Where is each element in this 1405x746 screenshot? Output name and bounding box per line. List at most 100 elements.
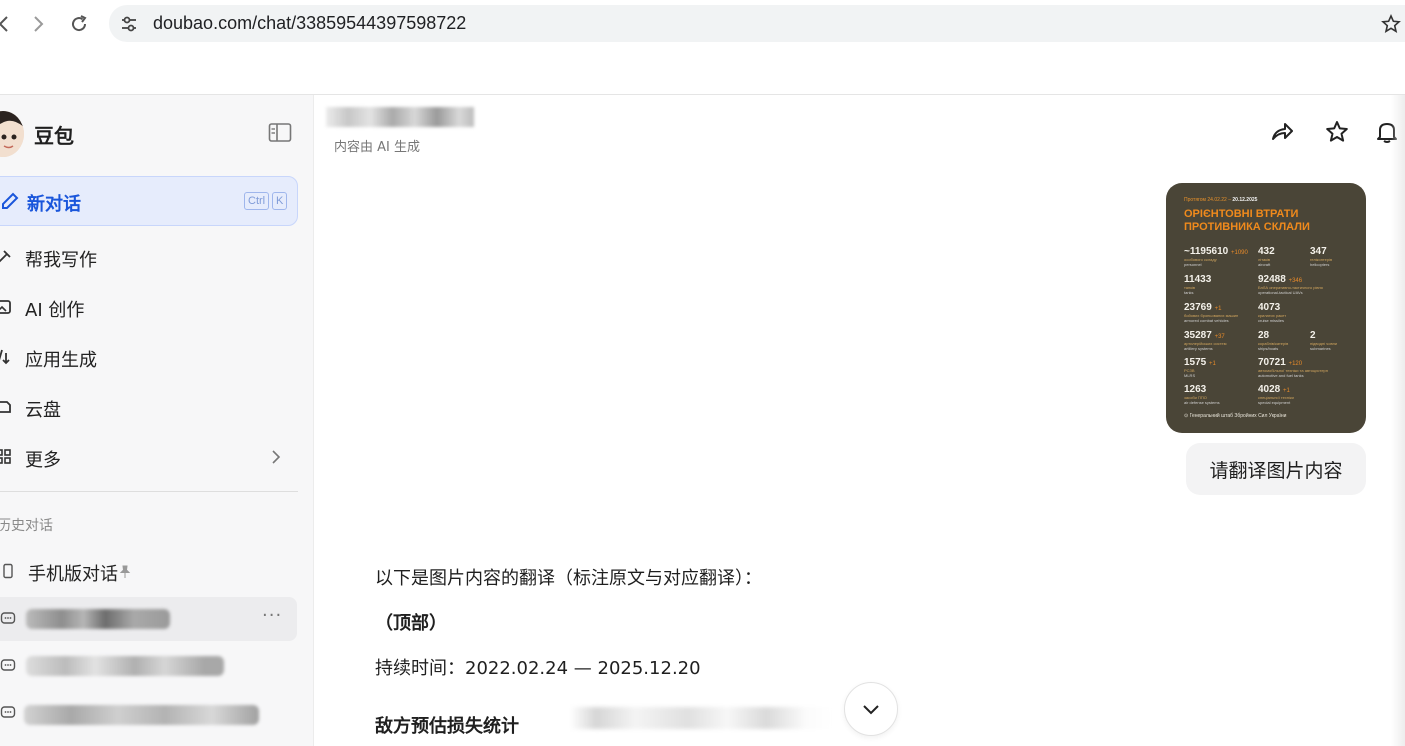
poster-stat: ~1195610 +1090 особового складу personnel [1184, 246, 1248, 267]
user-message-text: 请翻译图片内容 [1209, 459, 1343, 482]
bookmark-star-icon[interactable] [1381, 14, 1401, 34]
history-item-label: 手机版对话 [28, 564, 118, 585]
uploaded-image[interactable]: Протягом 24.02.22 – 20.12.2025 ОРІЄНТОВН… [1166, 183, 1366, 433]
sidebar: 豆包 新对话 Ctrl K 帮我写作 AI 创作 应用生成 云盘 更多 历史对话… [0, 95, 314, 746]
sidebar-item-label: 帮我写作 [25, 250, 97, 271]
stat-value: 35287 +37 [1184, 330, 1225, 341]
sidebar-item-label: 应用生成 [25, 350, 97, 371]
bookmarks-bar [0, 52, 1405, 95]
poster-stat: 70721 +120 автомобільної техніки та автоц… [1258, 357, 1328, 378]
sidebar-item-more[interactable]: 更多 [0, 437, 300, 477]
chat-bubble-icon [0, 706, 16, 718]
stat-value: 1575 +1 [1184, 357, 1216, 368]
browser-toolbar: doubao.com/chat/33859544397598722 [0, 0, 1405, 52]
chat-bubble-icon [0, 612, 16, 624]
poster-stat: 432 літаків aircraft [1258, 246, 1275, 267]
poster-stat: 1575 +1 РСЗВ MLRS [1184, 357, 1216, 378]
sidebar-item-label: 云盘 [25, 400, 61, 421]
redacted-title [26, 656, 224, 676]
poster-stat: 35287 +37 артилерійських систем artillery … [1184, 330, 1227, 351]
stat-value: 11433 [1184, 274, 1212, 285]
grid-icon [0, 449, 11, 464]
reload-icon [72, 15, 87, 32]
stat-value: 432 [1258, 246, 1275, 257]
stat-label-en: MLRS [1184, 373, 1196, 378]
poster-stat: 92488 +346 БпЛА оперативно-тактичного рів… [1258, 274, 1323, 295]
answer-section-title: （顶部） [375, 613, 447, 634]
favorite-star-icon[interactable] [1324, 119, 1350, 145]
redacted-chat-title [326, 107, 474, 127]
sidebar-item-app-build[interactable]: 应用生成 [0, 337, 300, 377]
reload-button[interactable] [67, 12, 91, 36]
history-item-active[interactable]: ··· [0, 597, 297, 641]
history-item[interactable] [0, 691, 297, 735]
answer-heading: 敌方预估损失统计 [375, 716, 519, 737]
history-item-mobile[interactable]: 手机版对话 [0, 549, 297, 593]
chevron-right-icon [272, 450, 281, 464]
back-button[interactable] [0, 12, 16, 36]
chevron-down-icon [863, 705, 879, 715]
more-options-icon[interactable]: ··· [262, 605, 282, 626]
user-message-bubble: 请翻译图片内容 [1186, 443, 1366, 495]
poster-stat: 11433 танків tanks [1184, 274, 1211, 295]
sidebar-item-label: AI 创作 [25, 300, 85, 321]
stat-label-en: air defense systems [1184, 400, 1220, 405]
forward-arrow-icon [34, 16, 44, 32]
poster-title: ОРІЄНТОВНІ ВТРАТИ ПРОТИВНИКА СКЛАЛИ [1184, 208, 1310, 233]
history-item[interactable] [0, 644, 297, 688]
app-build-icon [0, 349, 10, 365]
pin-icon [119, 565, 131, 578]
stat-value: ~1195610 +1090 [1184, 246, 1248, 257]
sidebar-item-writing[interactable]: 帮我写作 [0, 237, 300, 277]
poster-stat: 23769 +1 бойових броньованих машин armored… [1184, 302, 1238, 323]
sidebar-item-ai-create[interactable]: AI 创作 [0, 287, 300, 327]
poster-period: Протягом 24.02.22 – 20.12.2025 [1184, 197, 1258, 203]
stat-label-en: operational-tactical UAVs [1258, 290, 1303, 295]
doubao-avatar-icon [0, 111, 24, 157]
answer-duration: 持续时间：2022.02.24 — 2025.12.20 [375, 658, 701, 679]
stat-label-en: personnel [1184, 262, 1202, 267]
stat-value: 28 [1258, 330, 1270, 341]
poster-stat: 4028 +1 спеціальної техніки special equipm… [1258, 384, 1294, 405]
page-edge-shadow [1391, 95, 1405, 746]
stat-label-en: aircraft [1258, 262, 1271, 267]
phone-icon [3, 563, 13, 579]
scroll-to-bottom-button[interactable] [844, 682, 898, 736]
forward-button[interactable] [26, 12, 50, 36]
address-bar[interactable]: doubao.com/chat/33859544397598722 [109, 5, 1405, 42]
avatar [0, 111, 24, 157]
poster-stat: 2 підводні човни submarines [1310, 330, 1337, 351]
stat-value: 70721 +120 [1258, 357, 1303, 368]
stat-value: 23769 +1 [1184, 302, 1222, 313]
sidebar-item-label: 更多 [25, 450, 61, 471]
image-sparkle-icon [0, 300, 11, 314]
stat-value: 347 [1310, 246, 1327, 257]
url-text[interactable]: doubao.com/chat/33859544397598722 [153, 13, 466, 34]
stat-label-en: cruise missiles [1258, 318, 1285, 323]
ai-generated-note: 内容由 AI 生成 [334, 140, 420, 155]
redacted-text [570, 707, 832, 729]
back-arrow-icon [0, 16, 8, 32]
chat-bubble-icon [0, 659, 16, 671]
sidebar-item-cloud[interactable]: 云盘 [0, 387, 300, 427]
stat-label-en: artillery systems [1184, 346, 1213, 351]
stat-label-en: helicopters [1310, 262, 1330, 267]
poster-stat: 4073 крилатих ракет cruise missiles [1258, 302, 1286, 323]
stat-label-en: submarines [1310, 346, 1331, 351]
sidebar-collapse-icon[interactable] [268, 122, 292, 144]
new-chat-label: 新对话 [27, 194, 81, 215]
stat-label-en: special equipment [1258, 400, 1291, 405]
sidebar-divider [0, 491, 298, 492]
site-settings-icon[interactable] [119, 14, 139, 34]
share-icon[interactable] [1269, 119, 1295, 145]
stat-value: 4073 [1258, 302, 1281, 313]
stat-value: 1263 [1184, 384, 1207, 395]
stat-label-en: automotive and fuel tanks [1258, 373, 1304, 378]
history-section-title: 历史对话 [0, 518, 53, 534]
poster-stat: 1263 засоби ППО air defense systems [1184, 384, 1220, 405]
chat-main: 内容由 AI 生成 Протягом 24.02.22 – 20.12.2025… [314, 95, 1405, 746]
new-chat-button[interactable]: 新对话 Ctrl K [0, 176, 298, 226]
poster-stat: 347 гелікоптерів helicopters [1310, 246, 1332, 267]
compose-icon [2, 192, 19, 209]
stat-value: 2 [1310, 330, 1316, 341]
